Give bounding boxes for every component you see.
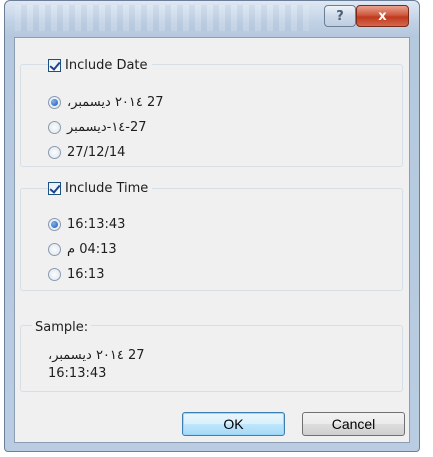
checkbox-checked-icon[interactable] bbox=[48, 58, 61, 72]
radio-unselected-icon[interactable] bbox=[48, 145, 61, 159]
date-option-long[interactable]: 27 ٢٠١٤ ديسمبر، bbox=[48, 93, 164, 111]
title-bar[interactable]: ? x bbox=[5, 1, 419, 37]
time-option-label: 16:13 bbox=[67, 266, 105, 282]
time-option-12h[interactable]: 04:13 م bbox=[48, 240, 117, 258]
include-date-label: Include Date bbox=[65, 57, 148, 73]
close-button[interactable]: x bbox=[356, 5, 409, 27]
time-option-label: 04:13 م bbox=[67, 241, 117, 257]
sample-date-text: 27 ٢٠١٤ ديسمبر، bbox=[48, 348, 145, 363]
ok-button[interactable]: OK bbox=[182, 412, 285, 436]
include-time-label: Include Time bbox=[65, 180, 149, 196]
radio-unselected-icon[interactable] bbox=[48, 120, 61, 134]
help-icon: ? bbox=[336, 8, 344, 24]
checkbox-checked-icon[interactable] bbox=[48, 181, 61, 195]
sample-label: Sample: bbox=[32, 318, 92, 336]
sample-time-text: 16:13:43 bbox=[48, 366, 107, 381]
cancel-button[interactable]: Cancel bbox=[302, 412, 405, 436]
date-option-label: 27-١٤-ديسمبر bbox=[67, 119, 147, 135]
time-option-label: 16:13:43 bbox=[67, 216, 126, 232]
radio-unselected-icon[interactable] bbox=[48, 267, 61, 281]
help-button[interactable]: ? bbox=[324, 5, 356, 27]
date-option-label: 27/12/14 bbox=[67, 144, 126, 160]
close-icon: x bbox=[378, 8, 387, 24]
title-bar-texture bbox=[15, 5, 309, 31]
time-option-24h[interactable]: 16:13 bbox=[48, 265, 104, 283]
include-date-checkbox[interactable]: Include Date bbox=[48, 56, 152, 74]
radio-unselected-icon[interactable] bbox=[48, 242, 61, 256]
date-option-label: 27 ٢٠١٤ ديسمبر، bbox=[67, 94, 164, 110]
date-option-short[interactable]: 27/12/14 bbox=[48, 143, 125, 161]
radio-selected-icon[interactable] bbox=[48, 95, 61, 109]
time-option-24h-seconds[interactable]: 16:13:43 bbox=[48, 215, 125, 233]
radio-selected-icon[interactable] bbox=[48, 217, 61, 231]
date-option-dashed[interactable]: 27-١٤-ديسمبر bbox=[48, 118, 147, 136]
include-time-checkbox[interactable]: Include Time bbox=[48, 179, 153, 197]
